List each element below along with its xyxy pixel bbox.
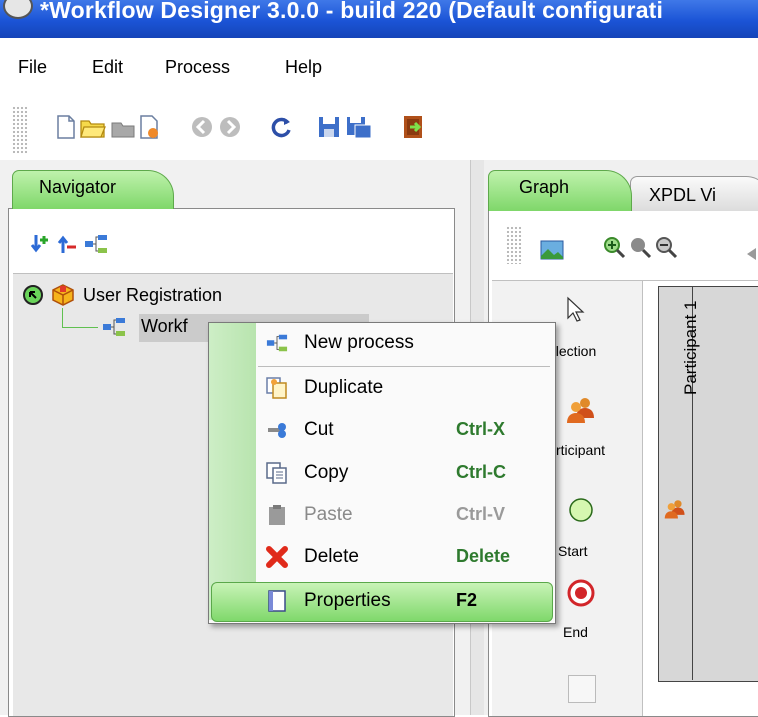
menu-item-shortcut: Ctrl-X (456, 419, 505, 439)
process-icon (103, 318, 125, 336)
menu-item-duplicate[interactable]: Duplicate (208, 368, 554, 408)
menu-item-shortcut: Ctrl-V (456, 504, 505, 524)
cut-icon (268, 423, 286, 438)
app-icon (3, 0, 33, 19)
expand-all-icon[interactable] (30, 233, 52, 255)
duplicate-icon (266, 377, 287, 399)
menu-item-shortcut: F2 (456, 590, 478, 610)
pool-label: Participant 1 (681, 300, 700, 396)
end-event-icon[interactable] (567, 579, 595, 607)
toolbar (0, 100, 758, 160)
window-title: *Workflow Designer 3.0.0 - build 220 (De… (40, 0, 664, 23)
menu-item-new-process[interactable]: New process (208, 323, 554, 363)
menu-item-label: Copy (304, 462, 349, 483)
refresh-icon[interactable] (270, 115, 294, 139)
menu-help[interactable]: Help (285, 57, 322, 78)
menu-item-delete[interactable]: Delete Delete (208, 537, 554, 577)
close-all-icon[interactable] (110, 115, 136, 139)
menu-item-copy[interactable]: Copy Ctrl-C (208, 453, 554, 493)
save-as-icon[interactable] (346, 115, 372, 139)
menu-item-paste[interactable]: Paste Ctrl-V (208, 495, 554, 535)
menu-item-label: Delete (304, 546, 359, 567)
new-file-icon[interactable] (55, 115, 77, 139)
tree-connector (62, 327, 98, 328)
close-file-icon[interactable] (138, 115, 160, 139)
menu-item-properties[interactable]: Properties F2 (208, 581, 554, 621)
exit-icon[interactable] (402, 115, 424, 139)
window-title-bar[interactable]: *Workflow Designer 3.0.0 - build 220 (De… (0, 0, 758, 38)
menu-item-label: Duplicate (304, 377, 384, 398)
paste-icon (269, 505, 285, 525)
image-icon[interactable] (540, 240, 564, 260)
back-icon[interactable] (190, 115, 214, 139)
menu-item-label: Paste (304, 504, 353, 525)
menu-file[interactable]: File (18, 57, 47, 78)
properties-icon (268, 590, 286, 612)
start-event-icon[interactable] (568, 497, 594, 523)
package-icon (52, 284, 74, 306)
delete-icon (266, 546, 288, 568)
menu-item-cut[interactable]: Cut Ctrl-X (208, 410, 554, 450)
graph-toolbar-grip[interactable] (506, 226, 522, 264)
zoom-actual-icon[interactable] (628, 235, 652, 259)
tab-navigator[interactable]: Navigator (12, 170, 174, 209)
save-icon[interactable] (318, 115, 340, 139)
tab-xpdl-view-label: XPDL Vi (649, 185, 717, 205)
selection-cursor-icon[interactable] (566, 296, 586, 324)
tab-xpdl-view[interactable]: XPDL Vi (630, 176, 758, 211)
toolbar-overflow-icon[interactable] (744, 246, 758, 262)
palette-start-label: Start (558, 543, 588, 559)
menu-edit[interactable]: Edit (92, 57, 123, 78)
new-process-icon (266, 334, 288, 352)
tab-graph[interactable]: Graph (488, 170, 632, 211)
zoom-in-icon[interactable] (602, 235, 626, 259)
menu-item-label: New process (304, 332, 414, 353)
copy-icon (266, 462, 287, 484)
menu-process[interactable]: Process (165, 57, 230, 78)
tab-graph-label: Graph (519, 177, 570, 197)
palette-end-label: End (563, 624, 588, 640)
menu-item-label: Cut (304, 419, 334, 440)
open-folder-icon[interactable] (80, 115, 106, 139)
palette-activity-icon[interactable] (568, 675, 596, 703)
palette-participant-label: rticipant (556, 442, 606, 458)
collapse-all-icon[interactable] (57, 233, 79, 255)
process-tree-icon[interactable] (84, 234, 108, 254)
tree-item-process-label[interactable]: Workf (141, 316, 188, 337)
menu-item-shortcut: Ctrl-C (456, 462, 506, 482)
tree-connector (62, 308, 63, 328)
tree-item-package-label[interactable]: User Registration (83, 285, 222, 306)
context-menu-separator (258, 366, 550, 367)
menu-item-label: Properties (304, 590, 391, 611)
toolbar-grip[interactable] (12, 106, 28, 154)
participant-icon[interactable] (566, 396, 596, 424)
tab-navigator-label: Navigator (39, 177, 117, 197)
tree-toggle-icon[interactable] (22, 284, 44, 306)
pool-participant-icon (664, 500, 685, 519)
menu-bar: File Edit Process Help (0, 38, 758, 100)
forward-icon[interactable] (218, 115, 242, 139)
zoom-out-icon[interactable] (654, 235, 678, 259)
menu-item-shortcut: Delete (456, 546, 511, 566)
